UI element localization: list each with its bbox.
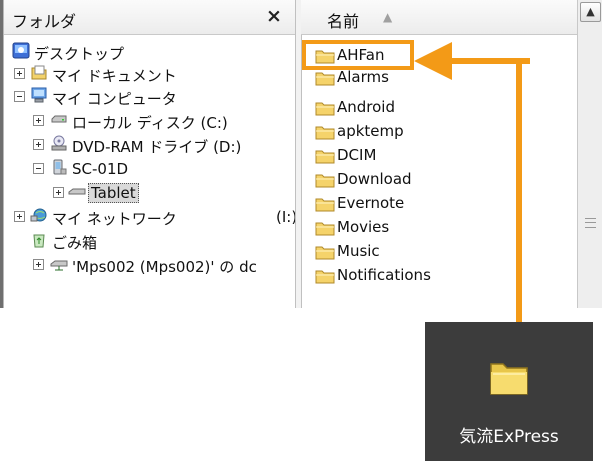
tree-item-label: マイ ドキュメント: [52, 67, 177, 85]
tree-item-network-share[interactable]: 'Mps002 (Mps002)' の dc: [10, 254, 295, 276]
tree-item-label: 'Mps002 (Mps002)' の dc: [72, 258, 257, 276]
folder-icon: [315, 198, 335, 212]
file-name: Movies: [337, 218, 390, 236]
tree-item-desktop[interactable]: デスクトップ: [10, 41, 290, 63]
tree-item-my-documents[interactable]: マイ ドキュメント: [10, 63, 290, 85]
collapse-icon[interactable]: [14, 91, 25, 102]
arrow-line: [516, 58, 522, 356]
tree-item-label: SC-01D: [72, 160, 129, 178]
tablet-drive-icon: [68, 188, 86, 195]
tree-item-label: ローカル ディスク (C:): [72, 114, 228, 132]
folder-icon: [315, 150, 335, 164]
tree-item-label: ごみ箱: [52, 234, 98, 252]
tree-item-dvd-drive[interactable]: DVD-RAM ドライブ (D:): [10, 134, 290, 156]
folder-icon: [315, 174, 335, 188]
column-header-name[interactable]: 名前 ▲: [301, 0, 577, 35]
folder-icon: [315, 222, 335, 236]
sort-ascending-icon: ▲: [383, 10, 393, 24]
file-name: Download: [337, 170, 412, 188]
file-name: Alarms: [337, 68, 389, 86]
tree-item-label: デスクトップ: [34, 45, 125, 63]
tree-item-label: マイ コンピュータ: [52, 90, 177, 108]
tree-item-label: Tablet: [88, 183, 139, 203]
local-disk-icon: [51, 115, 67, 123]
network-share-icon: [50, 260, 68, 271]
folder-pane-title: フォルダ: [12, 12, 77, 31]
dvd-drive-icon: [51, 135, 67, 151]
folder-icon: [315, 126, 335, 140]
vertical-scrollbar[interactable]: ▲: [577, 0, 602, 308]
arrow-head-icon: [414, 42, 452, 80]
close-icon[interactable]: ×: [266, 5, 282, 27]
scroll-up-icon[interactable]: ▲: [580, 2, 601, 22]
expand-icon[interactable]: [33, 115, 44, 126]
expand-icon[interactable]: [14, 211, 25, 222]
folder-icon: [315, 246, 335, 260]
network-icon: [30, 208, 47, 222]
file-name: apktemp: [337, 122, 404, 140]
desktop-shortcut-label: 気流ExPress: [459, 427, 559, 447]
desktop-icon: [12, 42, 30, 59]
phone-icon: [53, 159, 67, 175]
explorer-window: フォルダ × デスクトップ マイ ドキュメント マイ コンピュータ ローカル デ…: [0, 0, 602, 308]
folder-pane: フォルダ × デスクトップ マイ ドキュメント マイ コンピュータ ローカル デ…: [4, 0, 295, 308]
tree-item-label: DVD-RAM ドライブ (D:): [72, 138, 242, 156]
file-name: Evernote: [337, 194, 405, 212]
tree-item-my-network[interactable]: マイ ネットワーク (I:): [10, 206, 295, 228]
my-computer-icon: [31, 87, 47, 103]
tree-item-sc-01d[interactable]: SC-01D: [10, 158, 290, 180]
folder-pane-header: フォルダ ×: [4, 0, 295, 35]
expand-icon[interactable]: [53, 187, 64, 198]
my-documents-icon: [31, 65, 47, 80]
recycle-bin-icon: [33, 234, 45, 248]
tree-item-recycle-bin[interactable]: ごみ箱: [10, 230, 290, 252]
expand-icon[interactable]: [33, 139, 44, 150]
file-name: DCIM: [337, 146, 377, 164]
folder-icon: [315, 270, 335, 284]
file-name: Notifications: [337, 266, 431, 284]
tree-item-my-computer[interactable]: マイ コンピュータ: [10, 86, 290, 108]
tree-item-local-disk[interactable]: ローカル ディスク (C:): [10, 110, 290, 132]
file-name: Android: [337, 98, 395, 116]
tree-item-suffix: (I:): [276, 208, 295, 226]
collapse-icon[interactable]: [33, 163, 44, 174]
folder-icon: [490, 363, 528, 395]
folder-icon: [315, 102, 335, 116]
tree-item-label: マイ ネットワーク: [52, 210, 177, 228]
file-name: Music: [337, 242, 380, 260]
tree-item-tablet[interactable]: Tablet: [10, 182, 290, 204]
highlight-frame: [302, 40, 414, 70]
column-name-label: 名前: [327, 12, 360, 31]
expand-icon[interactable]: [14, 68, 25, 79]
expand-icon[interactable]: [33, 259, 44, 270]
folder-icon: [315, 72, 335, 86]
scroll-grip-icon[interactable]: [585, 218, 596, 228]
desktop-shortcut-tile[interactable]: 気流ExPress: [425, 322, 593, 461]
